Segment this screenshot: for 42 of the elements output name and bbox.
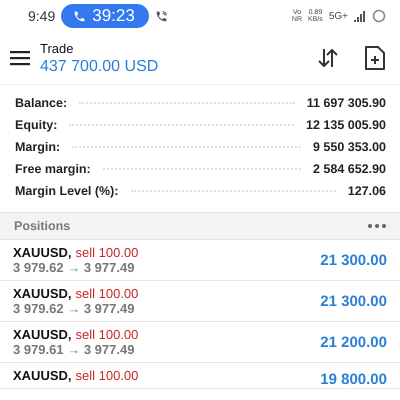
position-order: sell 100.00	[76, 286, 138, 301]
summary-label: Balance:	[15, 96, 68, 110]
position-row[interactable]: XAUUSD, sell 100.00 3 979.61 → 3 977.49 21 200.00	[0, 322, 400, 363]
position-symbol: XAUUSD,	[13, 245, 72, 260]
signal-icon	[354, 10, 366, 22]
menu-icon[interactable]	[10, 50, 30, 66]
position-row[interactable]: XAUUSD, sell 100.00 19 800.00	[0, 363, 400, 389]
phone-icon	[73, 10, 86, 22]
position-profit: 19 800.00	[320, 371, 387, 388]
position-symbol: XAUUSD,	[13, 368, 72, 383]
summary-value: 9 550 353.00	[313, 140, 386, 154]
wifi-call-icon	[154, 10, 168, 22]
position-prices: 3 979.62 → 3 977.49	[13, 260, 136, 275]
position-profit: 21 300.00	[320, 252, 387, 268]
summary-value: 127.06	[348, 184, 386, 198]
status-time: 9:49	[28, 8, 56, 24]
position-symbol: XAUUSD,	[13, 327, 72, 342]
summary-label: Equity:	[15, 118, 58, 132]
summary-label: Free margin:	[15, 162, 91, 176]
position-profit: 21 200.00	[320, 334, 387, 350]
position-order: sell 100.00	[76, 368, 138, 383]
position-symbol: XAUUSD,	[13, 286, 72, 301]
more-icon[interactable]	[368, 224, 386, 228]
position-prices: 3 979.62 → 3 977.49	[13, 301, 136, 316]
summary-value: 2 584 652.90	[313, 162, 386, 176]
call-timer[interactable]: 39:23	[61, 4, 149, 28]
account-balance: 437 700.00 USD	[40, 58, 160, 76]
network-type: 5G+	[328, 10, 348, 22]
summary-value: 12 135 005.90	[306, 118, 386, 132]
new-document-icon[interactable]	[364, 45, 386, 71]
position-row[interactable]: XAUUSD, sell 100.00 3 979.62 → 3 977.49 21 300.00	[0, 281, 400, 322]
section-title: Positions	[14, 219, 72, 233]
position-order: sell 100.00	[76, 245, 138, 260]
screen-title: Trade	[40, 40, 74, 56]
summary-label: Margin Level (%):	[15, 184, 118, 198]
position-profit: 21 300.00	[320, 292, 387, 310]
position-row[interactable]: XAUUSD, sell 100.00 3 979.62 → 3 977.49 21 300.00	[0, 240, 400, 281]
sort-icon[interactable]	[316, 46, 340, 70]
summary-label: Margin:	[15, 140, 60, 154]
position-order: sell 100.00	[76, 327, 138, 342]
position-prices: 3 979.61 → 3 977.49	[13, 342, 136, 357]
summary-value: 11 697 305.90	[306, 96, 386, 110]
